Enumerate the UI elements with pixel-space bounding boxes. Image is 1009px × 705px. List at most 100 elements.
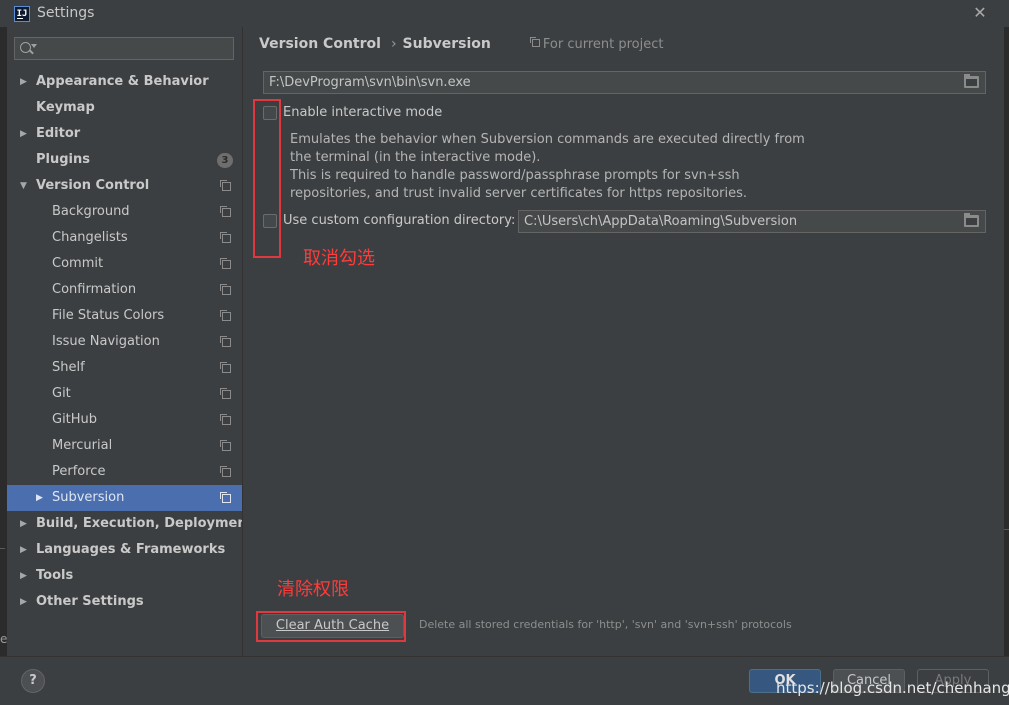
help-icon[interactable]: ? [21, 669, 45, 693]
project-scope-icon [220, 414, 231, 425]
chevron-right-icon: ▶ [20, 129, 27, 139]
app-logo-icon: IJ [14, 6, 30, 22]
search-input[interactable] [39, 39, 229, 58]
window-title: Settings [37, 5, 95, 21]
sidebar-item-perforce[interactable]: Perforce [7, 459, 242, 485]
sidebar-item-languages-frameworks[interactable]: ▶ Languages & Frameworks [7, 537, 242, 563]
sidebar-item-label: Other Settings [36, 594, 144, 609]
sidebar-item-label: Shelf [52, 360, 85, 375]
clear-auth-cache-button[interactable]: Clear Auth Cache [261, 614, 404, 638]
project-scope-icon [220, 336, 231, 347]
watermark: https://blog.csdn.net/chenhangx [776, 679, 1009, 697]
sidebar-item-label: GitHub [52, 412, 98, 427]
sidebar-item-github[interactable]: GitHub [7, 407, 242, 433]
sidebar-item-confirmation[interactable]: Confirmation [7, 277, 242, 303]
project-scope-icon [220, 232, 231, 243]
sidebar-item-build-execution-deployment[interactable]: ▶ Build, Execution, Deployment [7, 511, 253, 537]
sidebar-item-appearance-behavior[interactable]: ▶ Appearance & Behavior [7, 69, 242, 95]
sidebar-item-label: Issue Navigation [52, 334, 160, 349]
settings-tree: ▶ Appearance & Behavior Keymap ▶ Editor … [7, 69, 253, 615]
title-bar: IJ Settings ✕ [0, 0, 1009, 27]
search-box[interactable] [14, 37, 234, 60]
breadcrumb-parent[interactable]: Version Control [259, 36, 381, 52]
sidebar-item-background[interactable]: Background [7, 199, 242, 225]
scope-label: For current project [542, 37, 664, 52]
folder-icon[interactable] [964, 213, 979, 227]
sidebar-item-git[interactable]: Git [7, 381, 242, 407]
clear-auth-cache-description: Delete all stored credentials for 'http'… [419, 618, 792, 631]
sidebar-item-label: Plugins [36, 152, 90, 167]
sidebar-item-plugins[interactable]: Plugins 3 [7, 147, 242, 173]
settings-content: Version Control › Subversion For current pr… [242, 27, 1004, 656]
breadcrumb: Version Control › Subversion For current pr… [259, 36, 663, 52]
chevron-right-icon: ▶ [20, 519, 27, 529]
project-scope-icon [529, 37, 540, 47]
custom-config-dir-label[interactable]: Use custom configuration directory: [283, 213, 515, 228]
project-scope-icon [220, 492, 231, 503]
sidebar-item-other-settings[interactable]: ▶ Other Settings [7, 589, 242, 615]
sidebar-item-editor[interactable]: ▶ Editor [7, 121, 242, 147]
sidebar-item-tools[interactable]: ▶ Tools [7, 563, 242, 589]
annotation-uncheck-label: 取消勾选 [303, 248, 375, 269]
description-line: repositories, and trust invalid server c… [290, 186, 748, 201]
chevron-right-icon: ▶ [20, 571, 27, 581]
annotation-highlight-box [253, 99, 281, 258]
sidebar-item-label: Subversion [52, 490, 125, 505]
annotation-clear-permission-label: 清除权限 [277, 579, 349, 600]
sidebar-item-keymap[interactable]: Keymap [7, 95, 242, 121]
divider [1004, 529, 1009, 530]
sidebar-item-label: Commit [52, 256, 104, 271]
sidebar-item-subversion[interactable]: ▶ Subversion [7, 485, 242, 511]
config-directory-input[interactable] [524, 213, 944, 230]
project-scope-icon [220, 180, 231, 191]
sidebar-item-file-status-colors[interactable]: File Status Colors [7, 303, 242, 329]
sidebar-item-label: Languages & Frameworks [36, 542, 226, 557]
project-scope-icon [220, 440, 231, 451]
sidebar-item-shelf[interactable]: Shelf [7, 355, 242, 381]
sidebar-item-label: Build, Execution, Deployment [36, 516, 253, 531]
search-icon [20, 42, 31, 53]
project-scope-icon [220, 258, 231, 269]
project-scope-icon [220, 206, 231, 217]
sidebar-item-label: Changelists [52, 230, 128, 245]
breadcrumb-separator: › [390, 36, 397, 52]
project-scope-icon [220, 466, 231, 477]
enable-interactive-mode-checkbox[interactable] [263, 106, 277, 120]
description-line: the terminal (in the interactive mode). [290, 150, 541, 165]
folder-icon[interactable] [964, 74, 979, 88]
project-scope-icon [220, 310, 231, 321]
settings-sidebar: ▶ Appearance & Behavior Keymap ▶ Editor … [7, 27, 253, 656]
svn-executable-input[interactable] [269, 74, 949, 91]
sidebar-item-issue-navigation[interactable]: Issue Navigation [7, 329, 242, 355]
background-window-edge-right [1004, 27, 1009, 656]
sidebar-item-mercurial[interactable]: Mercurial [7, 433, 242, 459]
sidebar-item-label: Version Control [36, 178, 150, 193]
breadcrumb-current: Subversion [402, 36, 491, 52]
sidebar-item-label: Mercurial [52, 438, 113, 453]
sidebar-item-label: Tools [36, 568, 74, 583]
enable-interactive-mode-label[interactable]: Enable interactive mode [283, 105, 442, 120]
sidebar-item-label: Perforce [52, 464, 106, 479]
sidebar-item-version-control[interactable]: ▼ Version Control [7, 173, 242, 199]
sidebar-item-label: Appearance & Behavior [36, 74, 209, 89]
sidebar-item-label: Confirmation [52, 282, 137, 297]
project-scope-icon [220, 284, 231, 295]
chevron-right-icon: ▶ [20, 545, 27, 555]
sidebar-item-commit[interactable]: Commit [7, 251, 242, 277]
description-line: Emulates the behavior when Subversion co… [290, 132, 805, 147]
update-count-badge: 3 [217, 153, 233, 168]
chevron-down-icon: ▼ [20, 181, 27, 191]
config-directory-field[interactable] [518, 210, 986, 233]
sidebar-item-changelists[interactable]: Changelists [7, 225, 242, 251]
project-scope-icon [220, 388, 231, 399]
interactive-mode-description: Emulates the behavior when Subversion co… [290, 131, 810, 203]
description-line: This is required to handle password/pass… [290, 168, 740, 183]
svn-executable-field[interactable] [263, 71, 986, 94]
chevron-right-icon: ▶ [20, 77, 27, 87]
custom-config-dir-checkbox[interactable] [263, 214, 277, 228]
chevron-right-icon: ▶ [36, 493, 43, 503]
close-icon[interactable]: ✕ [970, 3, 990, 23]
dialog-footer: ? OK Cancel Apply https://blog.csdn.net/… [0, 656, 1009, 705]
sidebar-item-label: Git [52, 386, 71, 401]
background-window-edge [0, 0, 7, 705]
